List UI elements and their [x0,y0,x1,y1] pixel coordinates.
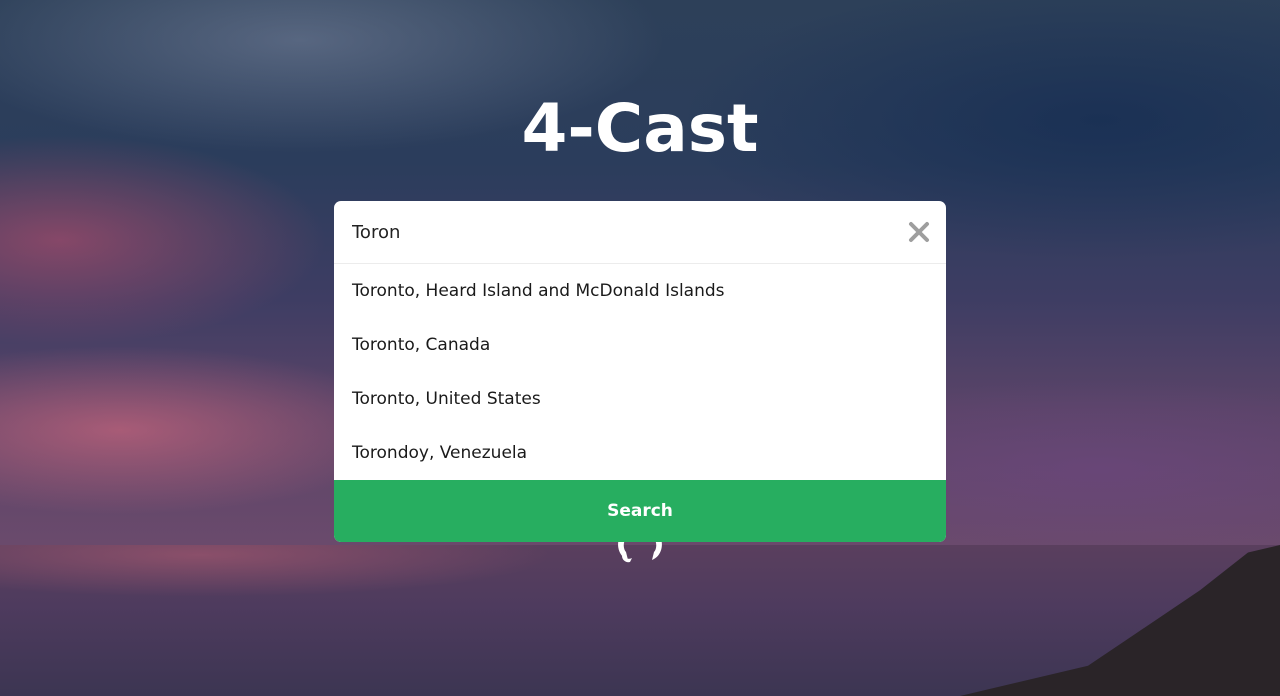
suggestion-list: Toronto, Heard Island and McDonald Islan… [334,264,946,480]
suggestion-item[interactable]: Toronto, Canada [334,318,946,372]
search-row [334,201,946,264]
app-title: 4-Cast [521,90,759,167]
suggestion-item[interactable]: Toronto, Heard Island and McDonald Islan… [334,264,946,318]
suggestion-item[interactable]: Toronto, United States [334,372,946,426]
suggestion-item[interactable]: Torondoy, Venezuela [334,426,946,480]
location-search-input[interactable] [334,201,894,263]
close-icon[interactable] [906,219,932,245]
search-panel: Toronto, Heard Island and McDonald Islan… [334,201,946,542]
search-button[interactable]: Search [334,480,946,542]
